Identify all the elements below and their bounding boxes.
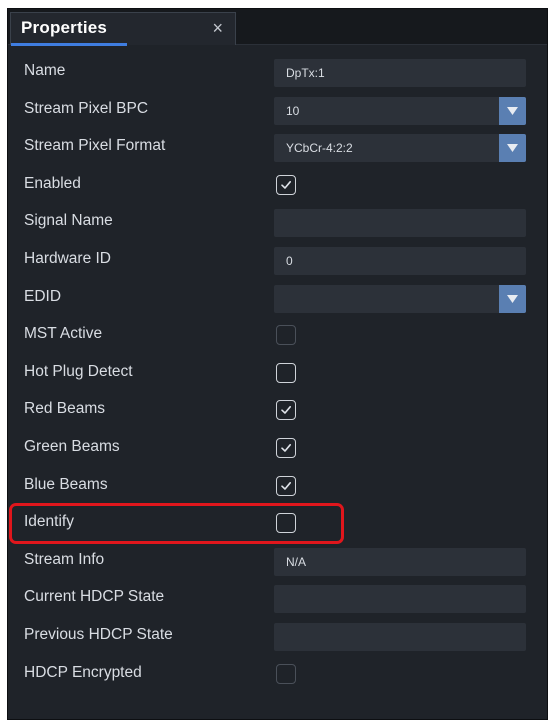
stream-pixel-bpc-dropdown[interactable]: 10 [274, 97, 526, 125]
property-row-stream-pixel-format: Stream Pixel Format YCbCr-4:2:2 [8, 130, 547, 167]
property-row-blue-beams: Blue Beams [8, 469, 547, 506]
tab-bar: Properties × [8, 9, 547, 46]
property-label-blue-beams: Blue Beams [24, 476, 108, 493]
property-label-name: Name [24, 62, 66, 79]
green-beams-checkbox[interactable] [276, 438, 296, 458]
blue-beams-checkbox[interactable] [276, 476, 296, 496]
property-row-current-hdcp-state: Current HDCP State [8, 581, 547, 618]
property-label-current-hdcp-state: Current HDCP State [24, 588, 165, 605]
property-row-hdcp-encrypted: HDCP Encrypted [8, 657, 547, 694]
previous-hdcp-state-field[interactable] [274, 623, 526, 651]
property-label-hot-plug-detect: Hot Plug Detect [24, 363, 133, 380]
property-row-red-beams: Red Beams [8, 393, 547, 430]
hardware-id-field[interactable]: 0 [274, 247, 526, 275]
property-label-mst-active: MST Active [24, 325, 103, 342]
property-label-enabled: Enabled [24, 175, 81, 192]
hot-plug-detect-checkbox[interactable] [276, 363, 296, 383]
tab-label: Properties [21, 18, 108, 37]
property-row-hardware-id: Hardware ID 0 [8, 243, 547, 280]
property-label-hdcp-encrypted: HDCP Encrypted [24, 664, 142, 681]
signal-name-field[interactable] [274, 209, 526, 237]
enabled-checkbox[interactable] [276, 175, 296, 195]
property-row-signal-name: Signal Name [8, 205, 547, 242]
active-tab-indicator [11, 43, 127, 46]
property-row-enabled: Enabled [8, 168, 547, 205]
stream-pixel-format-dropdown-value: YCbCr-4:2:2 [286, 141, 353, 155]
property-label-stream-info: Stream Info [24, 551, 105, 568]
property-row-green-beams: Green Beams [8, 431, 547, 468]
current-hdcp-state-field[interactable] [274, 585, 526, 613]
stream-pixel-format-dropdown[interactable]: YCbCr-4:2:2 [274, 134, 526, 162]
identify-highlight-outline [9, 503, 344, 544]
property-label-edid: EDID [24, 288, 62, 305]
close-icon[interactable]: × [212, 17, 223, 39]
property-row-edid: EDID [8, 281, 547, 318]
mst-active-checkbox [276, 325, 296, 345]
property-row-stream-info: Stream Info N/A [8, 544, 547, 581]
chevron-down-icon[interactable] [499, 134, 526, 162]
tab-properties[interactable]: Properties × [10, 12, 236, 46]
stream-pixel-bpc-dropdown-value: 10 [286, 104, 300, 118]
property-row-name: Name DpTx:1 [8, 55, 547, 92]
screenshot-frame: Properties × Name DpTx:1 Stream Pixel BPC 1… [0, 0, 553, 722]
red-beams-checkbox[interactable] [276, 400, 296, 420]
edid-dropdown[interactable] [274, 285, 526, 313]
property-row-mst-active: MST Active [8, 318, 547, 355]
property-label-green-beams: Green Beams [24, 438, 120, 455]
property-row-hot-plug-detect: Hot Plug Detect [8, 356, 547, 393]
property-row-previous-hdcp-state: Previous HDCP State [8, 619, 547, 656]
property-row-stream-pixel-bpc: Stream Pixel BPC 10 [8, 93, 547, 130]
chevron-down-icon[interactable] [499, 97, 526, 125]
property-label-previous-hdcp-state: Previous HDCP State [24, 626, 173, 643]
properties-panel: Properties × Name DpTx:1 Stream Pixel BPC 1… [7, 8, 548, 720]
stream-info-field[interactable]: N/A [274, 548, 526, 576]
property-label-stream-pixel-bpc: Stream Pixel BPC [24, 100, 149, 117]
property-label-signal-name: Signal Name [24, 212, 113, 229]
chevron-down-icon[interactable] [499, 285, 526, 313]
property-label-red-beams: Red Beams [24, 400, 105, 417]
hdcp-encrypted-checkbox [276, 664, 296, 684]
property-label-hardware-id: Hardware ID [24, 250, 111, 267]
name-field[interactable]: DpTx:1 [274, 59, 526, 87]
property-label-stream-pixel-format: Stream Pixel Format [24, 137, 166, 154]
